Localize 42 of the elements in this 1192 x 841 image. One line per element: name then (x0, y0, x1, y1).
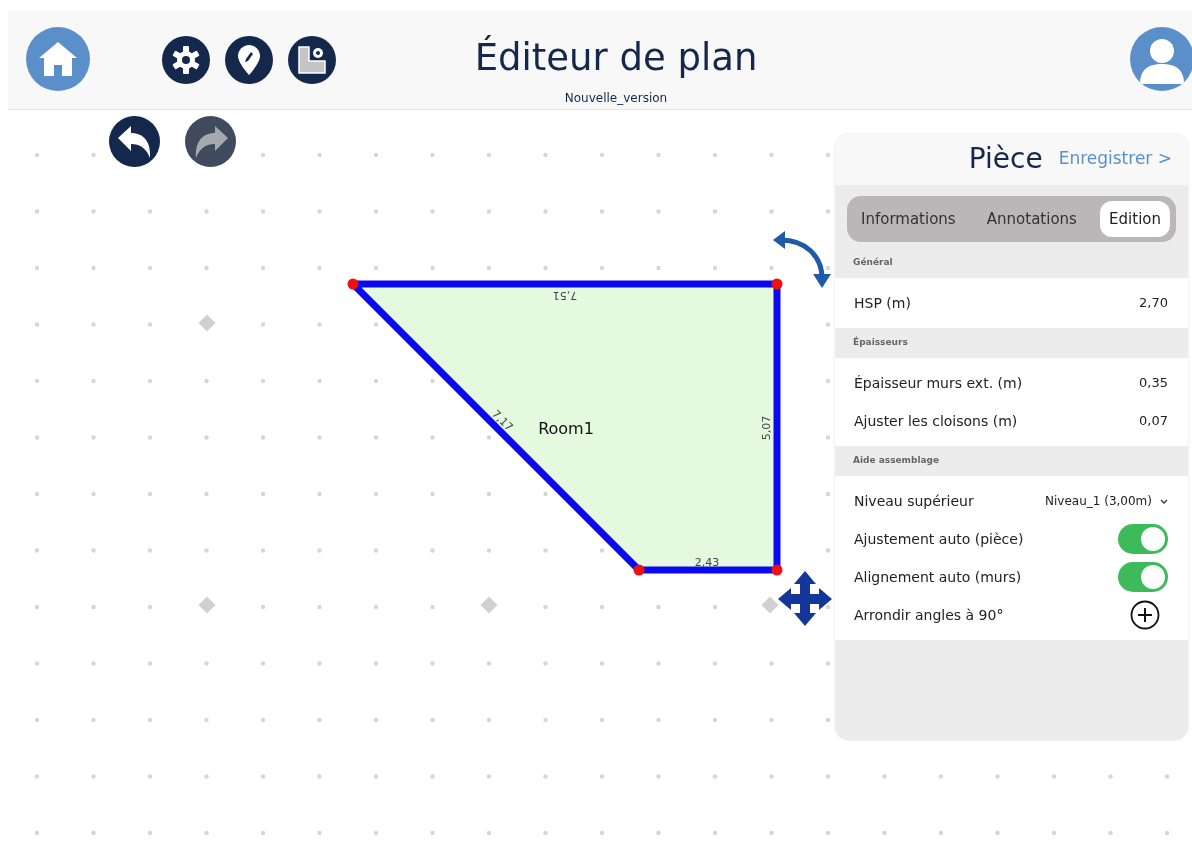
location-button[interactable] (225, 36, 273, 84)
page-title: Éditeur de plan (473, 34, 759, 81)
section-heading: Épaisseurs (853, 336, 908, 350)
tab[interactable]: Edition (1100, 201, 1170, 237)
panel-title: Pièce (968, 141, 1043, 177)
tab[interactable]: Annotations (978, 201, 1085, 237)
dimension-label: 7,51 (552, 289, 578, 302)
plus-circle-icon[interactable] (1130, 600, 1160, 630)
version-name: Nouvelle_version (563, 90, 669, 107)
dimension-label: 2,43 (694, 556, 720, 569)
setting-value[interactable]: 0,07 (1139, 411, 1168, 431)
undo-button[interactable] (109, 116, 160, 167)
room-name: Room1 (538, 419, 594, 438)
room-shape[interactable] (347, 278, 783, 576)
floor-settings-button[interactable] (288, 36, 336, 84)
toggle-switch[interactable] (1118, 524, 1168, 554)
setting-value[interactable]: 2,70 (1139, 293, 1168, 313)
settings-button[interactable] (162, 36, 210, 84)
tab[interactable]: Informations (853, 201, 964, 237)
dimension-label: 5,07 (760, 415, 773, 441)
setting-label: Niveau supérieur (854, 491, 974, 511)
level-dropdown[interactable]: Niveau_1 (3,00m) (1045, 492, 1168, 510)
map-pin-icon (238, 45, 260, 75)
move-arrows-icon[interactable] (778, 571, 832, 626)
setting-label: Arrondir angles à 90° (854, 605, 1004, 625)
chevron-down-icon (1160, 498, 1168, 504)
redo-arrow-icon (193, 125, 228, 158)
gear-icon (171, 45, 201, 75)
section-heading: Aide assemblage (853, 454, 940, 468)
setting-label: Ajuster les cloisons (m) (854, 411, 1018, 431)
setting-value[interactable]: 0,35 (1139, 373, 1168, 393)
undo-arrow-icon (117, 125, 152, 158)
setting-label: Ajustement auto (pièce) (854, 529, 1024, 549)
section-heading: Général (853, 256, 893, 270)
toggle-switch[interactable] (1118, 562, 1168, 592)
setting-label: Alignement auto (murs) (854, 567, 1022, 587)
floor-plan-gear-icon (297, 45, 327, 75)
setting-label: Épaisseur murs ext. (m) (854, 373, 1023, 393)
setting-label: HSP (m) (854, 293, 911, 313)
rotate-arrow-icon[interactable] (773, 231, 831, 288)
home-icon (39, 42, 77, 76)
redo-button[interactable] (185, 116, 236, 167)
